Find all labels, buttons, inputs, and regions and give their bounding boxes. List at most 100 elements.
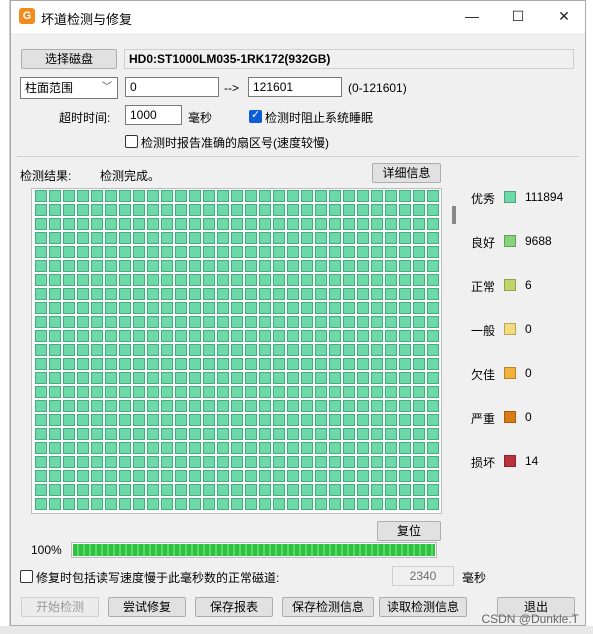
sector-cell	[413, 484, 425, 496]
sector-cell	[161, 316, 173, 328]
sector-cell	[287, 372, 299, 384]
sector-cell	[273, 484, 285, 496]
results-status: 检测完成。	[100, 169, 161, 183]
range-mode-select[interactable]: 柱面范围 ﹀	[20, 77, 118, 99]
sector-cell	[203, 358, 215, 370]
sector-cell	[147, 428, 159, 440]
range-start-input[interactable]: 0	[125, 77, 219, 97]
sector-cell	[329, 386, 341, 398]
sector-cell	[63, 442, 75, 454]
minimize-icon[interactable]: —	[449, 1, 495, 33]
sector-cell	[147, 498, 159, 510]
save-report-button[interactable]: 保存报表	[195, 597, 273, 617]
sector-cell	[133, 414, 145, 426]
sector-cell	[161, 358, 173, 370]
sector-cell	[105, 316, 117, 328]
sector-cell	[413, 414, 425, 426]
sector-cell	[217, 358, 229, 370]
sector-cell	[357, 498, 369, 510]
load-check-info-button[interactable]: 读取检测信息	[379, 597, 467, 617]
sector-cell	[357, 344, 369, 356]
range-end-input[interactable]: 121601	[248, 77, 342, 97]
sector-cell	[217, 442, 229, 454]
sector-cell	[77, 330, 89, 342]
sector-cell	[273, 288, 285, 300]
sector-cell	[189, 204, 201, 216]
range-arrow: -->	[224, 81, 239, 95]
select-disk-button[interactable]: 选择磁盘	[21, 49, 117, 69]
sector-cell	[427, 484, 439, 496]
sector-cell	[147, 414, 159, 426]
sector-cell	[287, 456, 299, 468]
sector-cell	[35, 246, 47, 258]
sector-cell	[357, 204, 369, 216]
sector-cell	[175, 470, 187, 482]
sector-cell	[371, 372, 383, 384]
sector-cell	[63, 260, 75, 272]
sector-cell	[273, 344, 285, 356]
sector-cell	[189, 456, 201, 468]
sector-cell	[371, 400, 383, 412]
save-check-info-button[interactable]: 保存检测信息	[282, 597, 374, 617]
sector-cell	[371, 358, 383, 370]
sector-cell	[329, 400, 341, 412]
timeout-input[interactable]: 1000	[125, 105, 182, 125]
prevent-sleep-checkbox[interactable]	[249, 108, 262, 123]
sector-cell	[427, 442, 439, 454]
sector-cell	[189, 302, 201, 314]
sector-cell	[35, 456, 47, 468]
sector-cell	[203, 246, 215, 258]
sector-cell	[105, 204, 117, 216]
report-sector-checkbox[interactable]	[125, 135, 138, 148]
sector-cell	[147, 274, 159, 286]
sector-cell	[119, 456, 131, 468]
background-window-left	[0, 0, 10, 634]
sector-cell	[329, 288, 341, 300]
sector-cell	[343, 232, 355, 244]
sector-cell	[231, 484, 243, 496]
sector-cell	[189, 358, 201, 370]
close-icon[interactable]: ✕	[541, 1, 587, 33]
sector-cell	[189, 484, 201, 496]
sector-cell	[133, 316, 145, 328]
sector-cell	[217, 302, 229, 314]
sector-cell	[427, 330, 439, 342]
sector-cell	[329, 260, 341, 272]
sector-cell	[259, 316, 271, 328]
sector-cell	[315, 218, 327, 230]
maximize-icon[interactable]: ☐	[495, 1, 541, 33]
sector-cell	[259, 386, 271, 398]
slow-track-input[interactable]: 2340	[392, 566, 454, 586]
legend-swatch	[504, 411, 516, 423]
sector-cell	[147, 218, 159, 230]
sector-cell	[49, 260, 61, 272]
sector-cell	[245, 372, 257, 384]
sector-cell	[259, 246, 271, 258]
sector-cell	[399, 232, 411, 244]
sector-cell	[301, 260, 313, 272]
scroll-thumb[interactable]	[452, 206, 456, 224]
sector-cell	[119, 232, 131, 244]
start-check-button[interactable]: 开始检测	[21, 597, 99, 617]
sector-cell	[315, 232, 327, 244]
detail-info-button[interactable]: 详细信息	[372, 163, 441, 183]
sector-cell	[343, 204, 355, 216]
sector-cell	[371, 246, 383, 258]
background-window-right	[585, 0, 593, 634]
sector-cell	[147, 470, 159, 482]
sector-cell	[161, 232, 173, 244]
sector-cell	[343, 246, 355, 258]
sector-cell	[203, 218, 215, 230]
sector-cell	[343, 414, 355, 426]
slow-track-checkbox[interactable]	[20, 570, 33, 583]
sector-cell	[427, 400, 439, 412]
try-repair-button[interactable]: 尝试修复	[108, 597, 186, 617]
sector-cell	[343, 442, 355, 454]
sector-cell	[315, 442, 327, 454]
sector-cell	[63, 498, 75, 510]
sector-cell	[245, 344, 257, 356]
sector-cell	[245, 484, 257, 496]
app-logo-icon: G	[19, 8, 35, 24]
sector-cell	[301, 400, 313, 412]
reset-button[interactable]: 复位	[377, 521, 441, 541]
